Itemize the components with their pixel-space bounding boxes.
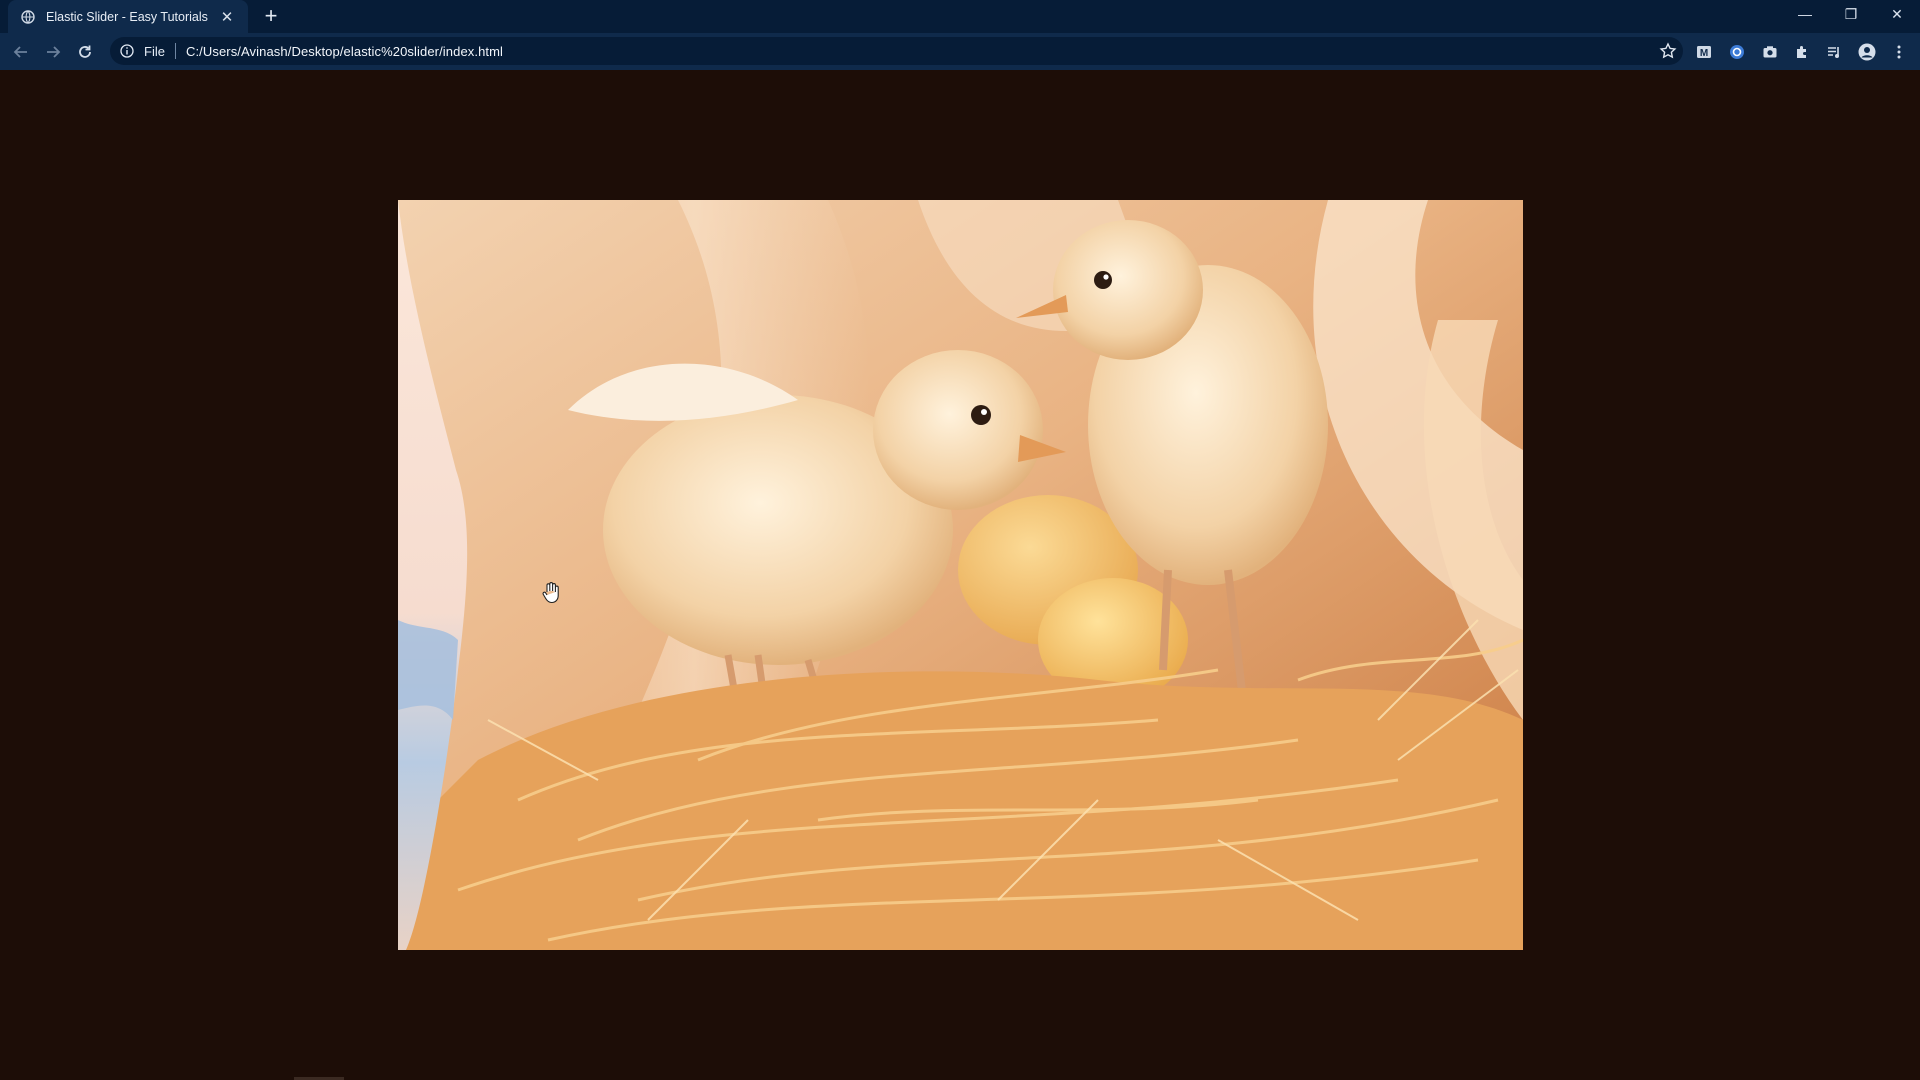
back-arrow-icon[interactable] — [8, 39, 34, 65]
mega-extension-icon[interactable]: M — [1694, 42, 1714, 62]
slide-image-chicks — [398, 200, 1523, 950]
puzzle-extensions-icon[interactable] — [1792, 42, 1812, 62]
omnibox-divider — [174, 43, 176, 59]
forward-arrow-icon[interactable] — [40, 39, 66, 65]
hand-cursor-icon — [541, 582, 561, 604]
reload-icon[interactable] — [72, 39, 98, 65]
file-scheme-label: File — [144, 43, 165, 59]
browser-toolbar: File C:/Users/Avinash/Desktop/elastic%20… — [0, 33, 1920, 70]
globe-icon — [20, 9, 36, 25]
page-content — [0, 70, 1920, 1080]
minimize-window-button[interactable]: — — [1782, 0, 1828, 30]
bookmark-star-icon[interactable] — [1659, 42, 1677, 60]
profile-avatar-icon[interactable] — [1857, 42, 1877, 62]
tab-close-icon[interactable]: ✕ — [218, 8, 236, 26]
close-window-button[interactable]: ✕ — [1874, 0, 1920, 30]
tab-title: Elastic Slider - Easy Tutorials — [46, 9, 208, 24]
address-bar[interactable]: File C:/Users/Avinash/Desktop/elastic%20… — [110, 37, 1683, 65]
tab-strip: Elastic Slider - Easy Tutorials ✕ + — ❐ … — [0, 0, 1920, 33]
url-text[interactable]: C:/Users/Avinash/Desktop/elastic%20slide… — [186, 44, 503, 59]
kebab-menu-icon[interactable] — [1889, 42, 1909, 62]
camera-extension-icon[interactable] — [1760, 42, 1780, 62]
vpn-extension-icon[interactable] — [1727, 42, 1747, 62]
new-tab-button[interactable]: + — [258, 4, 284, 30]
slider-image-frame[interactable] — [398, 200, 1523, 950]
site-info-icon[interactable] — [118, 42, 136, 60]
svg-text:M: M — [1700, 48, 1708, 59]
browser-tab-active[interactable]: Elastic Slider - Easy Tutorials ✕ — [8, 0, 248, 33]
restore-window-button[interactable]: ❐ — [1828, 0, 1874, 30]
media-control-icon[interactable] — [1824, 42, 1844, 62]
